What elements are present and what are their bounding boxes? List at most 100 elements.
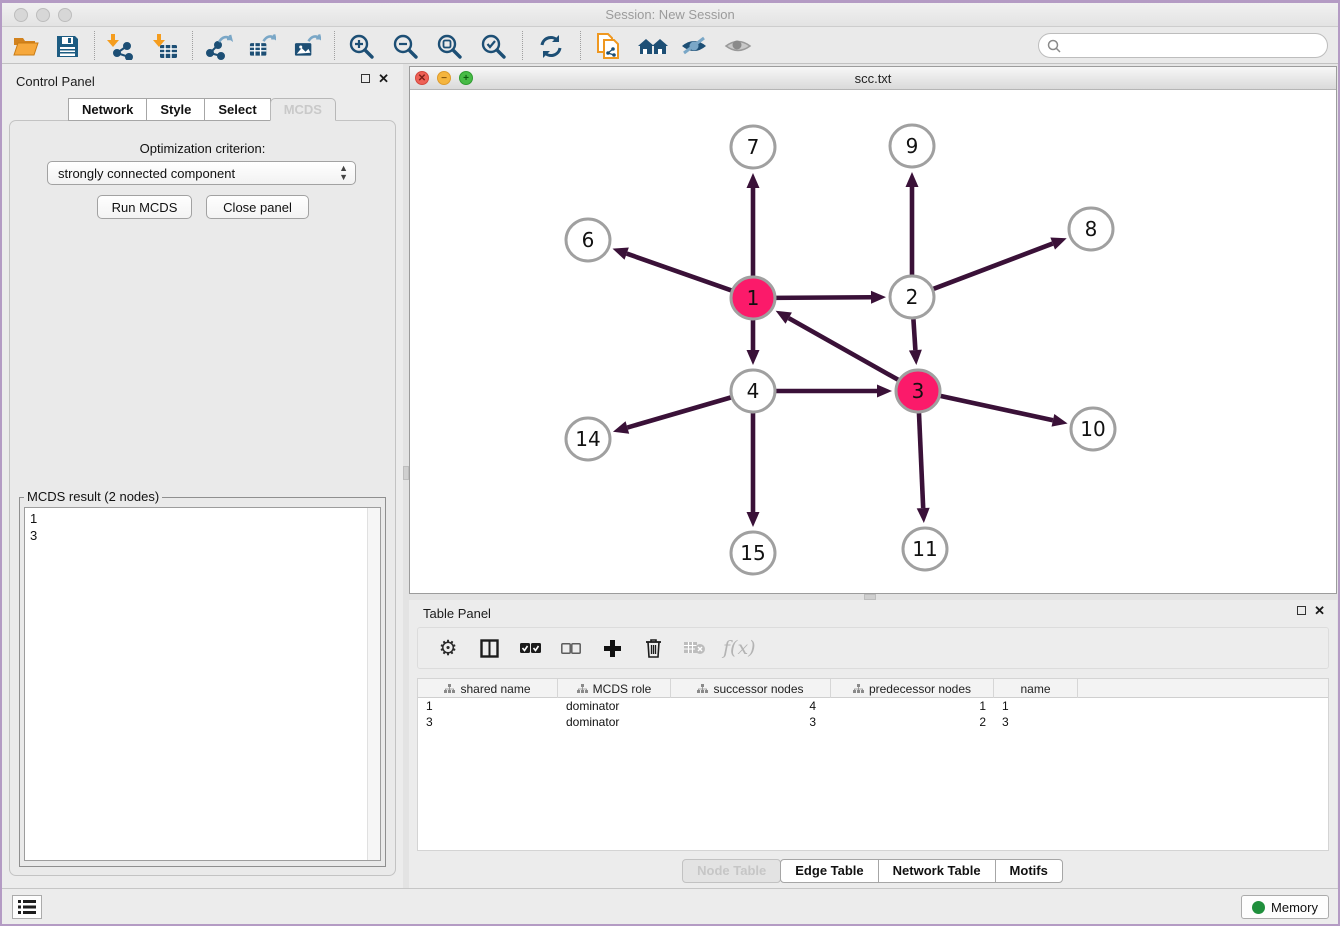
close-panel-icon[interactable]: ✕	[378, 74, 389, 83]
close-panel-icon[interactable]: ✕	[1314, 606, 1325, 615]
cell-mcds-role[interactable]: dominator	[558, 715, 671, 729]
application-window: Session: New Session	[0, 0, 1340, 926]
cell-successor-nodes[interactable]: 4	[671, 699, 831, 713]
float-panel-icon[interactable]	[361, 74, 370, 83]
node-table[interactable]: shared name MCDS role successor nodes pr…	[417, 678, 1329, 851]
refresh-icon[interactable]	[537, 32, 565, 60]
table-row[interactable]: 1 dominator 4 1 1	[418, 698, 1328, 714]
mcds-tab-content: Optimization criterion: strongly connect…	[9, 120, 396, 876]
graph-edge-arrowhead	[909, 350, 922, 365]
network-canvas[interactable]: 7968124314101511	[410, 90, 1336, 593]
show-columns-icon[interactable]	[477, 636, 501, 660]
import-network-icon[interactable]	[105, 32, 133, 60]
cell-shared-name[interactable]: 3	[418, 715, 558, 729]
graph-edge-arrowhead	[1052, 414, 1068, 427]
tab-mcds[interactable]: MCDS	[270, 98, 336, 121]
export-image-icon[interactable]	[293, 32, 321, 60]
delete-row-trash-icon[interactable]	[641, 636, 665, 660]
task-history-button[interactable]	[12, 895, 42, 919]
scrollbar-track[interactable]	[367, 508, 380, 860]
zoom-selected-icon[interactable]	[479, 32, 507, 60]
graph-edge[interactable]	[627, 397, 732, 428]
export-network-icon[interactable]	[205, 32, 233, 60]
unselect-all-icon[interactable]	[559, 636, 583, 660]
graph-node-label: 11	[912, 537, 937, 561]
network-view-window: ✕ − + scc.txt 7968124314101511	[409, 66, 1337, 594]
toolbar-separator	[522, 31, 523, 60]
search-box[interactable]	[1038, 33, 1328, 58]
attribute-icon	[697, 684, 708, 694]
memory-button[interactable]: Memory	[1241, 895, 1329, 919]
graph-edge[interactable]	[627, 254, 734, 291]
titlebar: Session: New Session	[2, 3, 1338, 27]
run-mcds-button[interactable]: Run MCDS	[97, 195, 192, 219]
graph-edge-arrowhead	[613, 247, 629, 259]
zoom-in-icon[interactable]	[347, 32, 375, 60]
settings-gear-icon[interactable]: ⚙	[436, 636, 460, 660]
function-builder-icon[interactable]: f(x)	[723, 637, 756, 659]
search-input[interactable]	[1061, 36, 1327, 56]
close-panel-button[interactable]: Close panel	[206, 195, 309, 219]
table-toolbar: ⚙ f(x)	[417, 627, 1329, 669]
hide-selected-eye-icon[interactable]	[680, 32, 708, 60]
graph-edge[interactable]	[789, 318, 900, 381]
cell-successor-nodes[interactable]: 3	[671, 715, 831, 729]
optimization-criterion-label: Optimization criterion:	[10, 141, 395, 156]
tab-select[interactable]: Select	[204, 98, 270, 121]
graph-edge[interactable]	[919, 412, 923, 508]
add-row-icon[interactable]	[600, 636, 624, 660]
select-all-icon[interactable]	[518, 636, 542, 660]
network-window-titlebar[interactable]: ✕ − + scc.txt	[410, 67, 1336, 90]
network-graph[interactable]: 7968124314101511	[410, 90, 1340, 594]
open-folder-icon[interactable]	[12, 32, 40, 60]
graph-node-label: 9	[906, 134, 919, 158]
graph-edge[interactable]	[932, 244, 1053, 290]
cell-predecessor-nodes[interactable]: 1	[831, 699, 994, 713]
mcds-result-item: 3	[30, 527, 380, 544]
column-header-name[interactable]: name	[994, 679, 1078, 698]
graph-node-label: 2	[906, 285, 919, 309]
tab-motifs[interactable]: Motifs	[995, 859, 1063, 883]
criterion-dropdown[interactable]: strongly connected component ▲▼	[47, 161, 356, 185]
cell-name[interactable]: 1	[994, 699, 1078, 713]
delete-table-icon[interactable]	[682, 636, 706, 660]
graph-edge-arrowhead	[871, 291, 886, 304]
column-label: MCDS role	[593, 682, 652, 696]
save-icon[interactable]	[53, 32, 81, 60]
main-toolbar	[2, 27, 1338, 64]
mcds-result-list[interactable]: 1 3	[24, 507, 381, 861]
column-header-mcds-role[interactable]: MCDS role	[558, 679, 671, 698]
cell-shared-name[interactable]: 1	[418, 699, 558, 713]
show-all-eye-icon[interactable]	[724, 32, 752, 60]
zoom-fit-icon[interactable]	[435, 32, 463, 60]
tab-edge-table[interactable]: Edge Table	[780, 859, 878, 883]
graph-edge-arrowhead	[1050, 237, 1066, 249]
tab-node-table[interactable]: Node Table	[682, 859, 781, 883]
graph-edge-arrowhead	[747, 173, 760, 188]
import-table-icon[interactable]	[151, 32, 179, 60]
tab-network[interactable]: Network	[68, 98, 147, 121]
home-icon[interactable]	[636, 32, 670, 60]
cell-predecessor-nodes[interactable]: 2	[831, 715, 994, 729]
graph-node-label: 14	[575, 427, 600, 451]
control-panel: Control Panel ✕ Network Style Select MCD…	[2, 64, 403, 888]
table-row[interactable]: 3 dominator 3 2 3	[418, 714, 1328, 730]
cell-name[interactable]: 3	[994, 715, 1078, 729]
column-header-predecessor-nodes[interactable]: predecessor nodes	[831, 679, 994, 698]
cell-mcds-role[interactable]: dominator	[558, 699, 671, 713]
toolbar-separator	[580, 31, 581, 60]
clone-network-icon[interactable]	[594, 32, 622, 60]
tab-style[interactable]: Style	[146, 98, 205, 121]
column-header-shared-name[interactable]: shared name	[418, 679, 558, 698]
export-table-icon[interactable]	[248, 32, 276, 60]
status-bar: Memory	[2, 888, 1338, 924]
control-panel-tabs: Network Style Select MCDS	[2, 98, 403, 121]
attribute-icon	[577, 684, 588, 694]
zoom-out-icon[interactable]	[391, 32, 419, 60]
float-panel-icon[interactable]	[1297, 606, 1306, 615]
tab-network-table[interactable]: Network Table	[878, 859, 996, 883]
graph-edge[interactable]	[913, 318, 915, 350]
column-header-successor-nodes[interactable]: successor nodes	[671, 679, 831, 698]
graph-edge[interactable]	[939, 395, 1053, 420]
graph-edge[interactable]	[774, 297, 871, 298]
